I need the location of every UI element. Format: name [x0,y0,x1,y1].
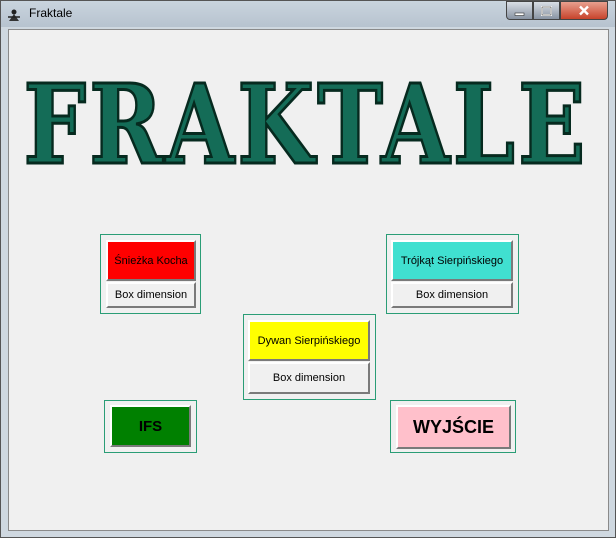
carpet-box-dimension-button[interactable]: Box dimension [248,362,370,394]
maximize-icon [541,1,552,20]
close-button[interactable] [560,1,608,20]
sierpinski-triangle-button[interactable]: Trójkąt Sierpińskiego [391,240,513,281]
close-icon [578,1,590,20]
fraktale-logo: Fraktale [22,59,589,181]
minimize-button[interactable] [506,1,533,20]
koch-box-dimension-button[interactable]: Box dimension [106,282,196,308]
maximize-button[interactable] [533,1,560,20]
minimize-icon [514,1,525,20]
window-title: Fraktale [29,6,73,20]
exit-button[interactable]: WYJŚCIE [396,405,511,449]
logo-text: Fraktale [24,60,589,180]
sierpinski-carpet-button[interactable]: Dywan Sierpińskiego [248,320,370,361]
app-window: Fraktale Fraktale Śnieżka Kocha Box dime… [0,0,616,538]
app-icon [7,7,21,21]
triangle-box-dimension-button[interactable]: Box dimension [391,282,513,308]
ifs-button[interactable]: IFS [110,405,191,447]
title-bar[interactable]: Fraktale [1,1,616,27]
koch-snowflake-button[interactable]: Śnieżka Kocha [106,240,196,281]
